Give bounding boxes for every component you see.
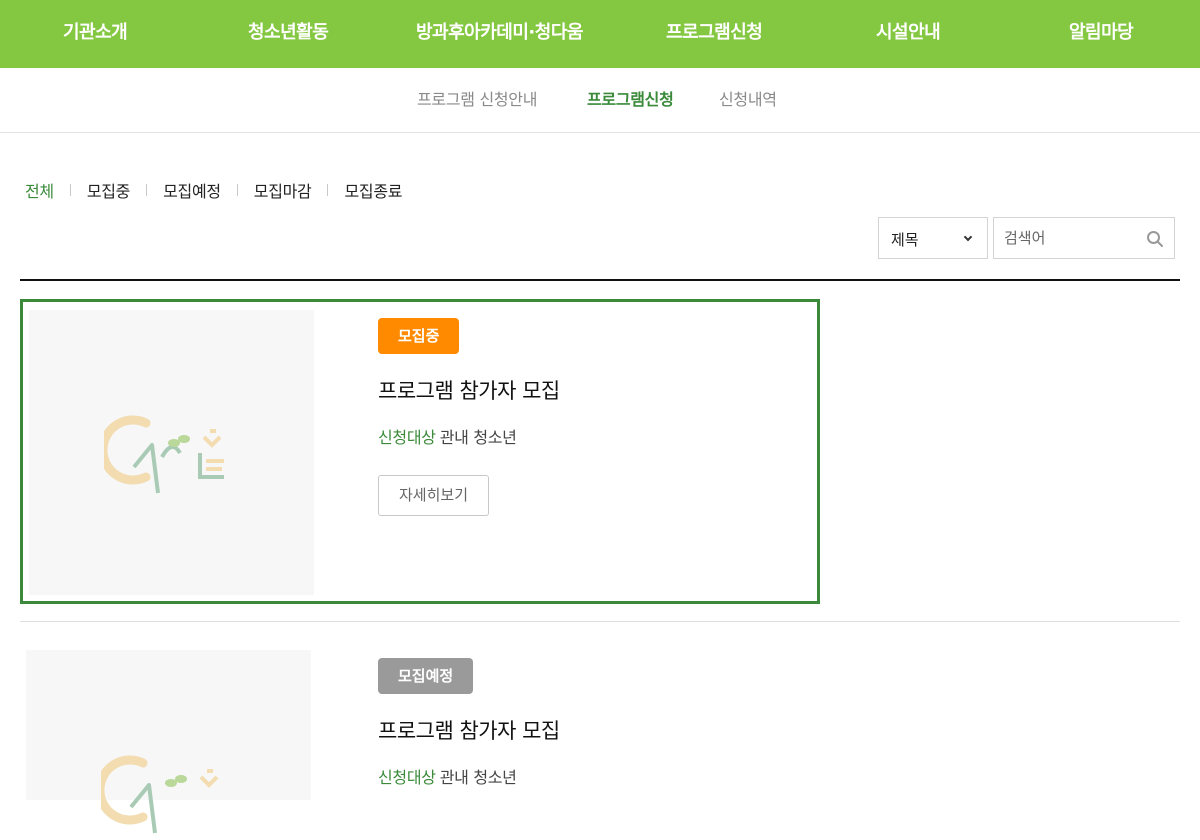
list-top-divider xyxy=(20,279,1180,281)
sub-navigation: 프로그램 신청안내 프로그램신청 신청내역 xyxy=(0,68,1200,133)
program-card[interactable]: 모집중 프로그램 참가자 모집 신청대상 관내 청소년 자세히보기 xyxy=(20,299,820,604)
status-badge: 모집예정 xyxy=(378,658,474,694)
program-thumbnail xyxy=(26,650,311,834)
nav-item-program-application[interactable]: 프로그램신청 xyxy=(666,0,763,68)
search-icon[interactable] xyxy=(1146,230,1164,248)
sub-nav-program-application[interactable]: 프로그램신청 xyxy=(587,68,674,132)
status-filter-tabs: 전체 모집중 모집예정 모집마감 모집종료 xyxy=(25,178,402,202)
sub-nav-application-history[interactable]: 신청내역 xyxy=(719,68,777,132)
program-thumbnail xyxy=(29,310,314,595)
filter-tab-upcoming[interactable]: 모집예정 xyxy=(163,178,221,202)
search-field-value: 제목 xyxy=(891,231,919,249)
filter-separator xyxy=(327,184,329,196)
filter-tab-all[interactable]: 전체 xyxy=(25,178,54,202)
target-value: 관내 청소년 xyxy=(439,768,517,787)
organization-logo-icon xyxy=(104,415,224,494)
chevron-down-icon xyxy=(963,232,973,242)
sub-nav-program-guide[interactable]: 프로그램 신청안내 xyxy=(417,68,537,132)
organization-logo-icon xyxy=(101,755,219,834)
top-navigation: 기관소개 청소년활동 방과후아카데미·청다움 프로그램신청 시설안내 알림마당 xyxy=(0,0,1200,68)
card-divider xyxy=(20,621,1180,622)
filter-separator xyxy=(236,184,238,196)
target-label: 신청대상 xyxy=(378,428,436,447)
program-card[interactable]: 모집예정 프로그램 참가자 모집 신청대상 관내 청소년 xyxy=(20,650,820,834)
target-value: 관내 청소년 xyxy=(439,428,517,447)
status-badge: 모집중 xyxy=(378,318,460,354)
filter-tab-closed[interactable]: 모집마감 xyxy=(254,178,312,202)
nav-item-after-school-academy[interactable]: 방과후아카데미·청다움 xyxy=(416,0,583,68)
view-details-button[interactable]: 자세히보기 xyxy=(378,475,490,516)
search-input[interactable] xyxy=(994,218,1134,258)
filter-separator xyxy=(69,184,71,196)
program-target: 신청대상 관내 청소년 xyxy=(378,424,517,448)
search-box xyxy=(993,217,1175,259)
program-target: 신청대상 관내 청소년 xyxy=(378,764,517,788)
program-title[interactable]: 프로그램 참가자 모집 xyxy=(378,375,560,405)
nav-item-notices[interactable]: 알림마당 xyxy=(1069,0,1134,68)
search-field-select[interactable]: 제목 xyxy=(878,217,988,259)
nav-item-facilities[interactable]: 시설안내 xyxy=(876,0,941,68)
nav-item-youth-activities[interactable]: 청소년활동 xyxy=(248,0,329,68)
filter-tab-ended[interactable]: 모집종료 xyxy=(344,178,402,202)
filter-separator xyxy=(146,184,148,196)
nav-item-about[interactable]: 기관소개 xyxy=(63,0,128,68)
filter-tab-recruiting[interactable]: 모집중 xyxy=(87,178,131,202)
target-label: 신청대상 xyxy=(378,768,436,787)
program-title[interactable]: 프로그램 참가자 모집 xyxy=(378,715,560,745)
